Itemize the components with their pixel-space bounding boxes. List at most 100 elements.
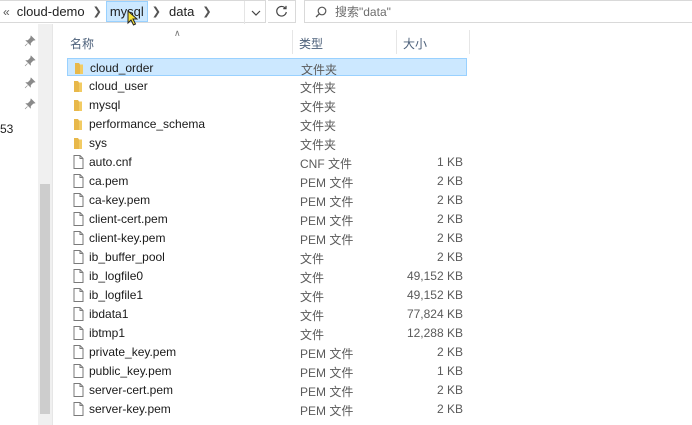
file-list: ∧ 名称 类型 大小 cloud_order 文件夹 cloud_user 文件夹 my…: [53, 24, 692, 425]
file-type: CNF 文件: [300, 157, 352, 171]
pin-icon[interactable]: [24, 77, 36, 89]
file-type: PEM 文件: [300, 385, 354, 399]
folder-icon: [71, 136, 85, 150]
column-header-type[interactable]: 类型: [299, 35, 323, 52]
pin-icon[interactable]: [24, 35, 36, 47]
file-row[interactable]: auto.cnf CNF 文件 1 KB: [67, 153, 467, 171]
column-divider[interactable]: [292, 30, 293, 54]
file-size: 2 KB: [436, 383, 463, 397]
refresh-icon: [276, 5, 287, 17]
file-row[interactable]: client-cert.pem PEM 文件 2 KB: [67, 210, 467, 228]
refresh-button[interactable]: [268, 0, 296, 23]
file-row[interactable]: server-key.pem PEM 文件 2 KB: [67, 400, 467, 418]
file-row[interactable]: client-key.pem PEM 文件 2 KB: [67, 229, 467, 247]
file-size: 2 KB: [436, 193, 463, 207]
file-name: ibdata1: [89, 307, 129, 321]
file-row[interactable]: ibtmp1 文件 12,288 KB: [67, 324, 467, 342]
file-name: auto.cnf: [89, 155, 132, 169]
file-row[interactable]: performance_schema 文件夹: [67, 115, 467, 133]
breadcrumb-chevron-icon[interactable]: ❯: [202, 5, 211, 18]
file-type: PEM 文件: [300, 214, 354, 228]
file-type: 文件: [300, 290, 325, 304]
breadcrumb-chevron-icon[interactable]: ❯: [152, 5, 161, 18]
file-type: PEM 文件: [300, 404, 354, 418]
file-icon: [71, 307, 85, 321]
chevron-down-icon: [251, 10, 260, 16]
file-icon: [71, 288, 85, 302]
column-header-size[interactable]: 大小: [403, 35, 427, 52]
file-row[interactable]: server-cert.pem PEM 文件 2 KB: [67, 381, 467, 399]
mouse-cursor-icon: [127, 10, 138, 26]
file-row[interactable]: ib_buffer_pool 文件 2 KB: [67, 248, 467, 266]
file-row[interactable]: public_key.pem PEM 文件 1 KB: [67, 362, 467, 380]
file-row[interactable]: ca.pem PEM 文件 2 KB: [67, 172, 467, 190]
search-placeholder: 搜索"data": [335, 5, 391, 19]
file-name: performance_schema: [89, 117, 206, 131]
scrollbar-thumb[interactable]: [40, 184, 50, 414]
breadcrumb-overflow[interactable]: «: [3, 5, 10, 19]
file-name: server-key.pem: [89, 402, 171, 416]
file-type: PEM 文件: [300, 176, 354, 190]
file-size: 12,288 KB: [406, 326, 463, 340]
file-row[interactable]: ib_logfile1 文件 49,152 KB: [67, 286, 467, 304]
file-size: 77,824 KB: [406, 307, 463, 321]
file-row[interactable]: ca-key.pem PEM 文件 2 KB: [67, 191, 467, 209]
file-row[interactable]: private_key.pem PEM 文件 2 KB: [67, 343, 467, 361]
file-name: sys: [89, 136, 107, 150]
file-name: private_key.pem: [89, 345, 177, 359]
file-type: PEM 文件: [300, 195, 354, 209]
file-name: public_key.pem: [89, 364, 172, 378]
breadcrumb-chevron-icon[interactable]: ❯: [93, 5, 102, 18]
navigation-pane[interactable]: 53: [0, 24, 38, 425]
file-type: 文件: [300, 252, 325, 266]
file-row[interactable]: cloud_order 文件夹: [67, 58, 467, 77]
pin-icon[interactable]: [24, 55, 36, 67]
file-name: server-cert.pem: [89, 383, 174, 397]
file-icon: [71, 231, 85, 245]
file-type: PEM 文件: [300, 366, 354, 380]
file-row[interactable]: mysql 文件夹: [67, 96, 467, 114]
top-bar: « cloud-demo ❯ mysql ❯ data ❯ 搜索"data": [0, 0, 692, 24]
file-type: PEM 文件: [300, 233, 354, 247]
breadcrumb-data[interactable]: data: [166, 2, 197, 21]
file-size: 49,152 KB: [406, 269, 463, 283]
file-icon: [71, 155, 85, 169]
file-size: 1 KB: [436, 155, 463, 169]
file-row[interactable]: sys 文件夹: [67, 134, 467, 152]
file-size: 49,152 KB: [406, 288, 463, 302]
file-name: cloud_order: [90, 61, 154, 75]
folder-icon: [72, 61, 86, 75]
column-header-name[interactable]: 名称: [70, 35, 94, 52]
column-divider[interactable]: [469, 30, 470, 54]
file-type: 文件夹: [300, 81, 337, 95]
sort-ascending-icon: ∧: [174, 28, 181, 38]
search-box[interactable]: 搜索"data": [304, 0, 692, 23]
pin-icon[interactable]: [24, 98, 36, 110]
nav-item-partial-label[interactable]: 53: [0, 122, 13, 136]
breadcrumb-cloud-demo[interactable]: cloud-demo: [14, 2, 88, 21]
file-icon: [71, 250, 85, 264]
file-name: client-key.pem: [89, 231, 166, 245]
file-size: 2 KB: [436, 231, 463, 245]
nav-scrollbar[interactable]: [38, 24, 53, 425]
file-row[interactable]: cloud_user 文件夹: [67, 77, 467, 95]
file-row[interactable]: ibdata1 文件 77,824 KB: [67, 305, 467, 323]
file-name: client-cert.pem: [89, 212, 168, 226]
file-name: cloud_user: [89, 79, 148, 93]
file-name: ca-key.pem: [89, 193, 151, 207]
file-name: ib_buffer_pool: [89, 250, 165, 264]
file-type: PEM 文件: [300, 347, 354, 361]
file-type: 文件夹: [300, 119, 337, 133]
file-name: ib_logfile0: [89, 269, 144, 283]
file-size: 2 KB: [436, 212, 463, 226]
file-type: 文件夹: [301, 63, 338, 77]
file-name: ibtmp1: [89, 326, 126, 340]
file-icon: [71, 402, 85, 416]
file-icon: [71, 193, 85, 207]
file-size: 1 KB: [436, 364, 463, 378]
file-size: 2 KB: [436, 402, 463, 416]
column-divider[interactable]: [396, 30, 397, 54]
file-row[interactable]: ib_logfile0 文件 49,152 KB: [67, 267, 467, 285]
search-icon: [315, 6, 327, 18]
address-dropdown-button[interactable]: [244, 1, 266, 24]
